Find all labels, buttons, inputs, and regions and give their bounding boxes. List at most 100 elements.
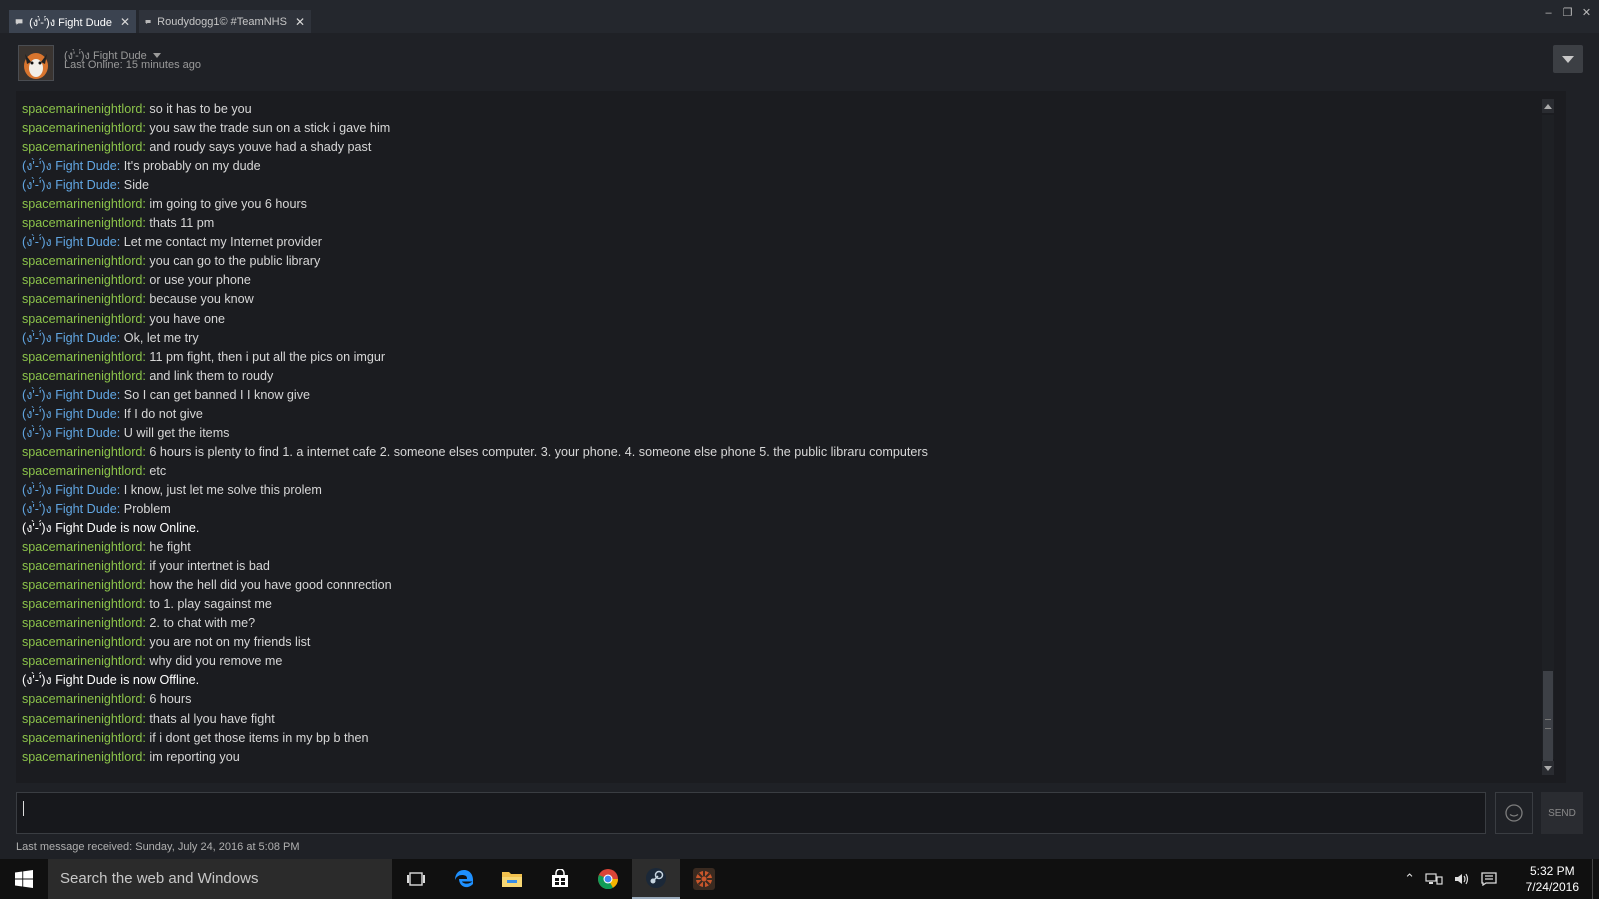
action-center-icon[interactable] <box>1481 872 1497 886</box>
message-sender[interactable]: spacemarinenightlord <box>22 445 142 459</box>
tab-roudydogg[interactable]: Roudydogg1© #TeamNHS ✕ <box>139 10 311 33</box>
message-sender[interactable]: spacemarinenightlord <box>22 635 142 649</box>
close-tab-icon[interactable]: ✕ <box>112 15 130 29</box>
chevron-up-icon[interactable]: ⌃ <box>1404 871 1415 887</box>
emoticon-button[interactable] <box>1495 792 1533 834</box>
send-button[interactable]: SEND <box>1541 792 1583 834</box>
message-text: you have one <box>149 311 226 326</box>
last-message-received: Last message received: Sunday, July 24, … <box>16 841 300 853</box>
message-sender[interactable]: spacemarinenightlord <box>22 312 142 326</box>
message-input[interactable] <box>16 792 1486 834</box>
message-sender[interactable]: (ง'̀-'́)ง Fight Dude <box>22 426 117 440</box>
message-sender[interactable]: spacemarinenightlord <box>22 140 142 154</box>
chrome-icon[interactable] <box>584 859 632 899</box>
status-text: (ง'̀-'́)ง Fight Dude is now Offline. <box>22 673 200 688</box>
options-dropdown-button[interactable] <box>1553 45 1583 73</box>
chat-scrollbar[interactable] <box>1542 99 1554 775</box>
caret-down-icon <box>152 52 161 58</box>
task-view-icon[interactable] <box>392 859 440 899</box>
message-sender[interactable]: spacemarinenightlord <box>22 712 142 726</box>
sender-separator: : <box>116 387 124 402</box>
message-sender[interactable]: (ง'̀-'́)ง Fight Dude <box>22 159 117 173</box>
tf2-icon[interactable] <box>680 859 728 899</box>
message-sender[interactable]: spacemarinenightlord <box>22 559 142 573</box>
store-icon[interactable] <box>536 859 584 899</box>
arrow-down-icon <box>1544 765 1552 771</box>
message-sender[interactable]: (ง'̀-'́)ง Fight Dude <box>22 502 117 516</box>
chat-message: (ง'̀-'́)ง Fight Dude: Side <box>22 176 928 195</box>
volume-icon[interactable] <box>1453 872 1471 886</box>
chat-message: spacemarinenightlord: you have one <box>22 310 928 329</box>
status-text: (ง'̀-'́)ง Fight Dude is now Online. <box>22 521 200 536</box>
scroll-thumb[interactable] <box>1543 671 1553 775</box>
message-sender[interactable]: spacemarinenightlord <box>22 750 142 764</box>
message-sender[interactable]: spacemarinenightlord <box>22 254 142 268</box>
chat-message: spacemarinenightlord: so it has to be yo… <box>22 100 928 119</box>
message-sender[interactable]: (ง'̀-'́)ง Fight Dude <box>22 331 117 345</box>
scroll-down-button[interactable] <box>1542 761 1554 775</box>
taskbar-search-input[interactable]: Search the web and Windows <box>48 859 392 899</box>
chat-bubble-icon <box>145 19 151 24</box>
message-sender[interactable]: spacemarinenightlord <box>22 692 142 706</box>
message-sender[interactable]: (ง'̀-'́)ง Fight Dude <box>22 388 117 402</box>
close-window-button[interactable]: ✕ <box>1578 4 1595 21</box>
message-sender[interactable]: spacemarinenightlord <box>22 464 142 478</box>
chat-message: spacemarinenightlord: because you know <box>22 290 928 309</box>
status-message: (ง'̀-'́)ง Fight Dude is now Online. <box>22 519 928 538</box>
message-sender[interactable]: spacemarinenightlord <box>22 597 142 611</box>
message-sender[interactable]: spacemarinenightlord <box>22 654 142 668</box>
start-button[interactable] <box>0 859 48 899</box>
chat-message: spacemarinenightlord: he fight <box>22 538 928 557</box>
clock-date: 7/24/2016 <box>1525 880 1579 894</box>
edge-icon[interactable] <box>440 859 488 899</box>
message-sender[interactable]: spacemarinenightlord <box>22 216 142 230</box>
steam-icon[interactable] <box>632 859 680 899</box>
message-sender[interactable]: spacemarinenightlord <box>22 197 142 211</box>
clock-time: 5:32 PM <box>1529 864 1575 878</box>
taskbar-clock[interactable]: 5:32 PM 7/24/2016 <box>1526 863 1579 895</box>
network-icon[interactable] <box>1425 872 1443 886</box>
scroll-up-button[interactable] <box>1542 99 1554 113</box>
show-desktop-button[interactable] <box>1592 859 1599 899</box>
message-text: you saw the trade sun on a stick i gave … <box>149 121 391 136</box>
chat-message: spacemarinenightlord: you saw the trade … <box>22 119 928 138</box>
message-text: to 1. play sagainst me <box>149 597 272 612</box>
message-text: how the hell did you have good connrecti… <box>149 578 392 593</box>
message-sender[interactable]: (ง'̀-'́)ง Fight Dude <box>22 235 117 249</box>
chat-log[interactable]: spacemarinenightlord: so it has to be yo… <box>16 91 1566 783</box>
tab-label: Roudydogg1© #TeamNHS <box>157 15 287 28</box>
chat-message: (ง'̀-'́)ง Fight Dude: I know, just let m… <box>22 481 928 500</box>
message-sender[interactable]: spacemarinenightlord <box>22 273 142 287</box>
chat-message: spacemarinenightlord: to 1. play sagains… <box>22 595 928 614</box>
tab-bar: (ง'̀-'́)ง Fight Dude ✕ Roudydogg1© #Team… <box>0 0 1599 33</box>
message-sender[interactable]: (ง'̀-'́)ง Fight Dude <box>22 483 117 497</box>
tab-fight-dude[interactable]: (ง'̀-'́)ง Fight Dude ✕ <box>9 10 136 33</box>
message-text: 2. to chat with me? <box>149 616 256 631</box>
message-text: im reporting you <box>149 749 240 764</box>
message-sender[interactable]: spacemarinenightlord <box>22 350 142 364</box>
message-sender[interactable]: spacemarinenightlord <box>22 102 142 116</box>
smiley-icon <box>1505 804 1523 822</box>
message-sender[interactable]: spacemarinenightlord <box>22 731 142 745</box>
message-text: so it has to be you <box>149 102 252 116</box>
message-sender[interactable]: spacemarinenightlord <box>22 121 142 135</box>
message-sender[interactable]: spacemarinenightlord <box>22 616 142 630</box>
message-sender[interactable]: spacemarinenightlord <box>22 540 142 554</box>
message-sender[interactable]: spacemarinenightlord <box>22 369 142 383</box>
restore-button[interactable]: ❐ <box>1559 4 1576 21</box>
chat-message: spacemarinenightlord: and roudy says you… <box>22 138 928 157</box>
chat-message: (ง'̀-'́)ง Fight Dude: U will get the ite… <box>22 424 928 443</box>
chat-message: spacemarinenightlord: thats 11 pm <box>22 214 928 233</box>
message-sender[interactable]: (ง'̀-'́)ง Fight Dude <box>22 178 117 192</box>
scroll-track[interactable] <box>1542 115 1554 775</box>
avatar[interactable] <box>18 45 54 81</box>
chat-message: (ง'̀-'́)ง Fight Dude: Problem <box>22 500 928 519</box>
file-explorer-icon[interactable] <box>488 859 536 899</box>
close-tab-icon[interactable]: ✕ <box>287 15 305 29</box>
message-sender[interactable]: spacemarinenightlord <box>22 578 142 592</box>
message-sender[interactable]: spacemarinenightlord <box>22 292 142 306</box>
minimize-button[interactable]: – <box>1540 4 1557 21</box>
message-text: if i dont get those items in my bp b the… <box>149 730 369 745</box>
message-sender[interactable]: (ง'̀-'́)ง Fight Dude <box>22 407 117 421</box>
chat-message: spacemarinenightlord: and link them to r… <box>22 367 928 386</box>
